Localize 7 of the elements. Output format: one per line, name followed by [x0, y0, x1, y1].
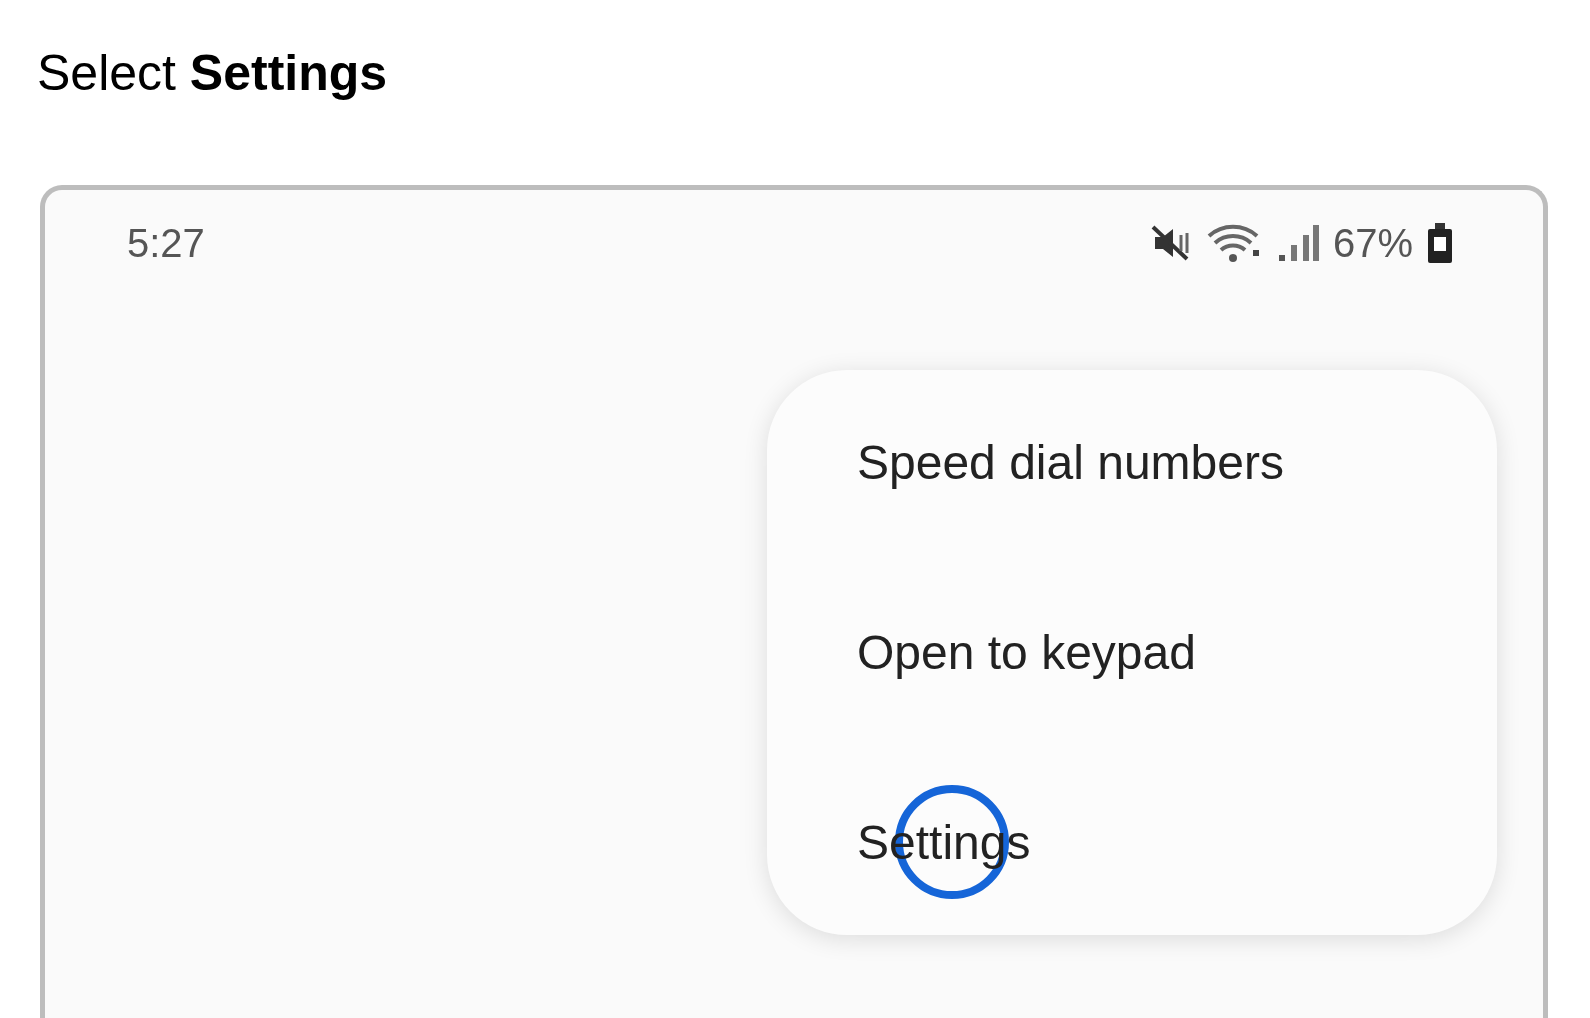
signal-icon: [1276, 223, 1321, 263]
battery-icon: [1425, 221, 1455, 265]
battery-percent: 67%: [1332, 220, 1413, 267]
menu-item[interactable]: Speed dial numbers: [857, 434, 1284, 491]
status-time: 5:27: [127, 220, 205, 267]
page-heading: Select Settings: [37, 44, 388, 103]
menu-item[interactable]: Open to keypad: [857, 624, 1196, 681]
